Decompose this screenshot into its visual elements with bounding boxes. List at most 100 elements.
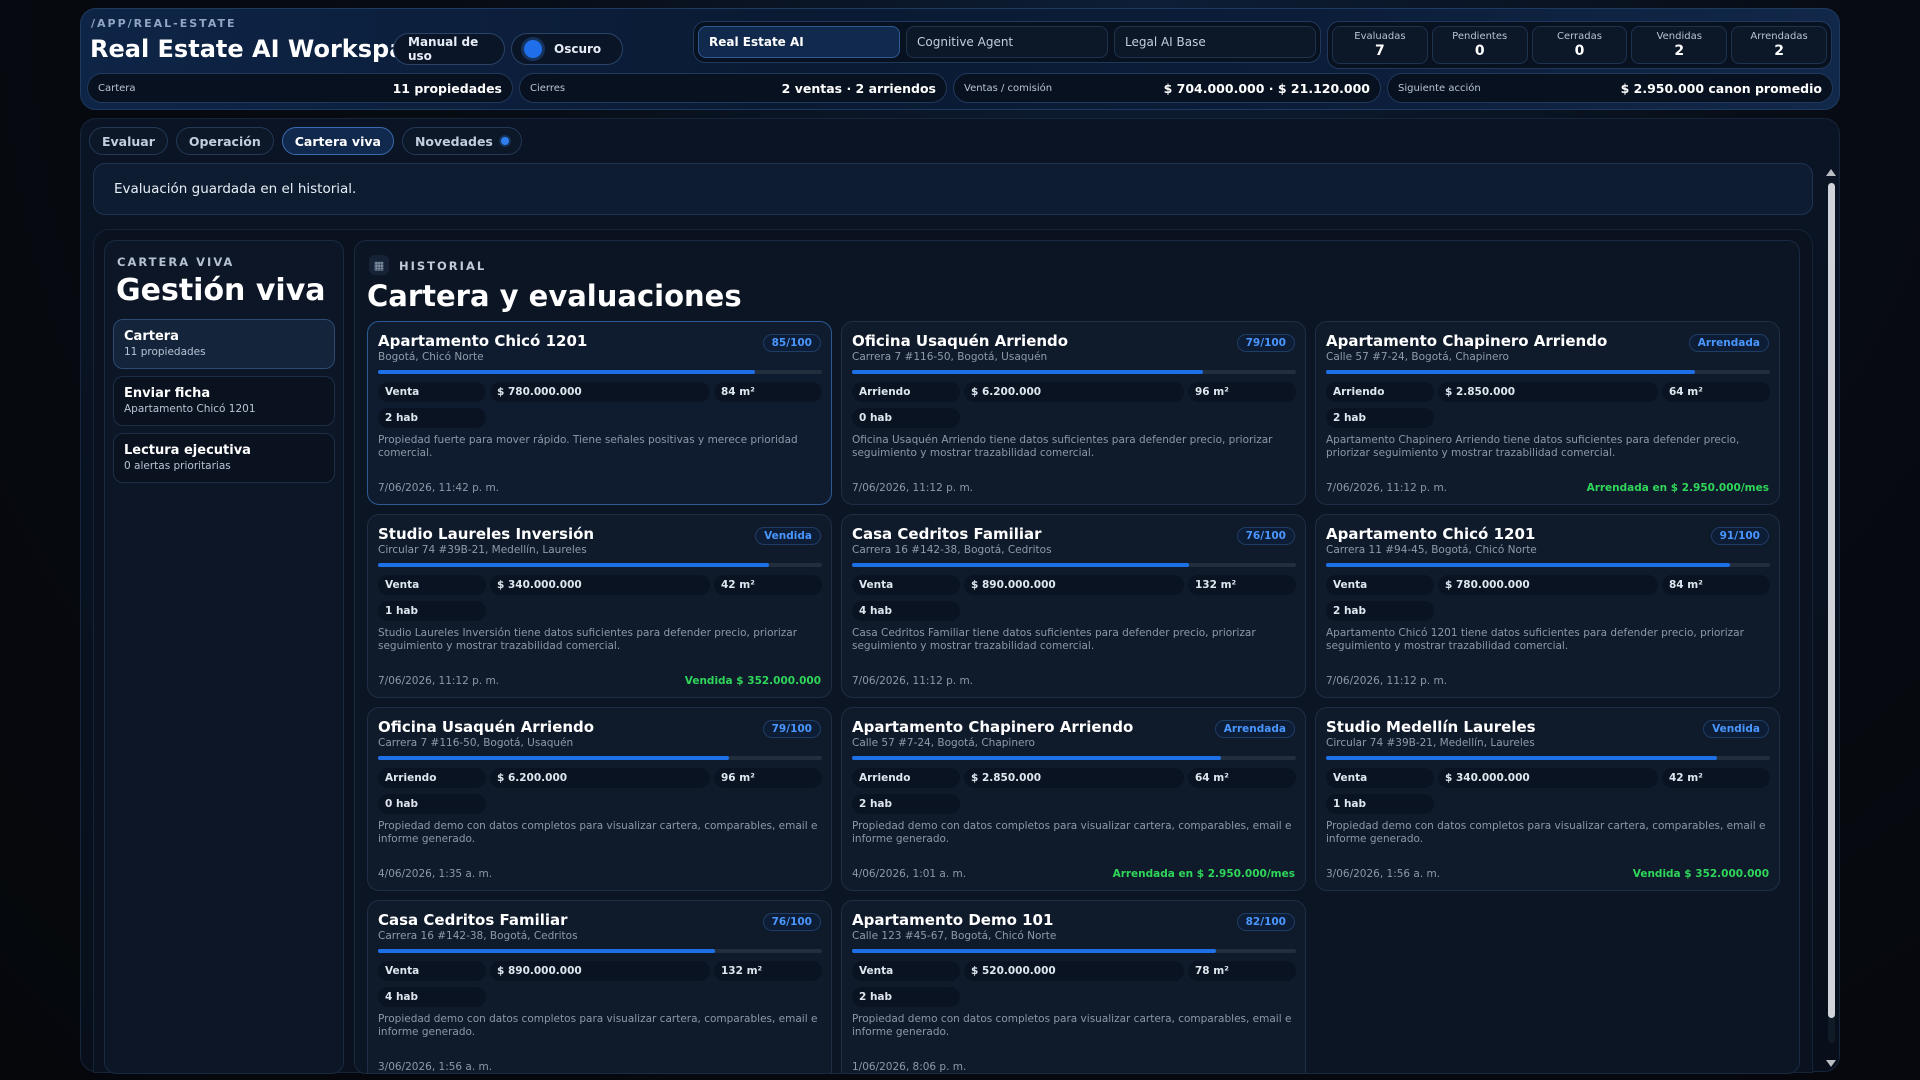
card-address: Carrera 11 #94-45, Bogotá, Chicó Norte [1326,544,1537,556]
sidebar: CARTERA VIVA Gestión viva Cartera 11 pro… [104,240,344,1074]
scroll-up-icon[interactable] [1826,169,1836,176]
property-card[interactable]: Apartamento Demo 101 Calle 123 #45-67, Bo… [841,900,1306,1073]
route-path: /APP/REAL-ESTATE [91,17,237,30]
area-chip: 84 m² [1662,575,1770,595]
property-card[interactable]: Apartamento Chapinero Arriendo Calle 57 #… [841,707,1306,891]
card-title: Apartamento Chicó 1201 [1326,525,1536,543]
agent-tab-cognitive[interactable]: Cognitive Agent [906,26,1108,58]
card-address: Carrera 16 #142-38, Bogotá, Cedritos [852,544,1052,556]
card-description: Propiedad demo con datos completos para … [852,1013,1292,1038]
property-card[interactable]: Casa Cedritos Familiar Carrera 16 #142-38… [841,514,1306,698]
score-progress-fill [1326,756,1717,760]
area-chip: 64 m² [1188,768,1296,788]
sidebar-item-enviar-ficha[interactable]: Enviar ficha Apartamento Chicó 1201 [113,376,335,426]
price-chip: $ 6.200.000 [490,768,710,788]
score-progress-bar [1326,563,1770,567]
card-date: 3/06/2026, 1:56 a. m. [378,1061,493,1073]
card-date: 1/06/2026, 8:06 p. m. [852,1061,967,1073]
tab-operacion[interactable]: Operación [175,127,274,155]
summary-value: $ 2.950.000 canon promedio [1620,80,1822,96]
card-date: 7/06/2026, 11:12 p. m. [1326,482,1448,494]
stat-value: 0 [1474,43,1485,59]
closing-status: Arrendada en $ 2.950.000/mes [1586,482,1769,494]
card-title: Casa Cedritos Familiar [852,525,1042,543]
stat-pendientes: Pendientes 0 [1431,26,1528,64]
tab-evaluar[interactable]: Evaluar [89,127,168,155]
status-badge: 82/100 [1236,913,1295,931]
sidebar-item-lectura-ejecutiva[interactable]: Lectura ejecutiva 0 alertas prioritarias [113,433,335,483]
stat-vendidas: Vendidas 2 [1631,26,1728,64]
stat-cerradas: Cerradas 0 [1531,26,1628,64]
summary-label: Ventas / comisión [964,82,1053,94]
status-badge: Vendida [755,527,821,545]
score-progress-fill [378,949,716,953]
stat-label: Evaluadas [1354,31,1406,42]
workspace-area: CARTERA VIVA Gestión viva Cartera 11 pro… [93,229,1813,1074]
card-title: Apartamento Chapinero Arriendo [852,718,1134,736]
area-chip: 96 m² [1188,382,1296,402]
property-card[interactable]: Oficina Usaquén Arriendo Carrera 7 #116-5… [841,321,1306,505]
grid-icon: ▦ [369,255,389,275]
agent-tab-legal[interactable]: Legal AI Base [1114,26,1316,58]
scroll-down-icon[interactable] [1826,1060,1836,1067]
card-title: Studio Laureles Inversión [378,525,595,543]
card-title: Apartamento Chapinero Arriendo [1326,332,1608,350]
rooms-chip: 2 hab [1326,601,1434,621]
status-badge: 79/100 [1236,334,1295,352]
price-chip: $ 6.200.000 [964,382,1184,402]
card-title: Apartamento Demo 101 [852,911,1054,929]
score-progress-bar [852,756,1296,760]
card-date: 7/06/2026, 11:12 p. m. [1326,675,1448,687]
theme-toggle[interactable]: Oscuro [511,33,623,65]
stat-label: Vendidas [1656,31,1702,42]
stat-value: 0 [1574,43,1585,59]
card-address: Calle 123 #45-67, Bogotá, Chicó Norte [852,930,1057,942]
summary-ventas: Ventas / comisión $ 704.000.000 · $ 21.1… [953,73,1381,103]
summary-value: 11 propiedades [392,80,502,96]
score-progress-fill [1326,370,1695,374]
rooms-chip: 4 hab [852,601,960,621]
status-badge: Vendida [1703,720,1769,738]
score-progress-fill [378,370,756,374]
score-progress-fill [852,370,1203,374]
status-badge: Arrendada [1214,720,1295,738]
agent-tab-real-estate[interactable]: Real Estate AI [698,26,900,58]
sidebar-item-title: Enviar ficha [124,386,211,401]
tab-novedades[interactable]: Novedades [401,127,522,155]
summary-siguiente: Siguiente acción $ 2.950.000 canon prome… [1387,73,1833,103]
price-chip: $ 520.000.000 [964,961,1184,981]
sidebar-item-sub: 0 alertas prioritarias [124,460,231,472]
notification-dot-icon [500,137,509,145]
rooms-chip: 1 hab [1326,794,1434,814]
card-date: 7/06/2026, 11:42 p. m. [378,482,500,494]
sidebar-item-cartera[interactable]: Cartera 11 propiedades [113,319,335,369]
card-description: Casa Cedritos Familiar tiene datos sufic… [852,627,1256,652]
tab-cartera-viva[interactable]: Cartera viva [281,127,394,155]
card-date: 7/06/2026, 11:12 p. m. [852,675,974,687]
property-card[interactable]: Apartamento Chicó 1201 Carrera 11 #94-45,… [1315,514,1780,698]
stat-value: 2 [1674,43,1685,59]
theme-label: Oscuro [554,42,602,56]
property-card[interactable]: Oficina Usaquén Arriendo Carrera 7 #116-5… [367,707,832,891]
price-chip: $ 2.850.000 [964,768,1184,788]
scrollbar[interactable] [1825,169,1837,1067]
property-card[interactable]: Studio Laureles Inversión Circular 74 #39… [367,514,832,698]
operation-type-chip: Venta [852,575,960,595]
card-title: Studio Medellín Laureles [1326,718,1536,736]
toggle-knob-icon [524,40,542,58]
property-card[interactable]: Apartamento Chapinero Arriendo Calle 57 #… [1315,321,1780,505]
scroll-thumb[interactable] [1828,183,1835,1018]
stat-label: Arrendadas [1750,31,1808,42]
history-panel: ▦ HISTORIAL Cartera y evaluaciones Apart… [354,240,1800,1074]
tab-novedades-label: Novedades [414,133,493,149]
property-card[interactable]: Studio Medellín Laureles Circular 74 #39B… [1315,707,1780,891]
property-card[interactable]: Apartamento Chicó 1201 Bogotá, Chicó Nort… [367,321,832,505]
summary-label: Cierres [530,82,566,94]
card-address: Carrera 16 #142-38, Bogotá, Cedritos [378,930,578,942]
card-address: Carrera 7 #116-50, Bogotá, Usaquén [378,737,574,749]
property-card[interactable]: Casa Cedritos Familiar Carrera 16 #142-38… [367,900,832,1073]
card-address: Circular 74 #39B-21, Medellín, Laureles [378,544,587,556]
score-progress-bar [378,756,822,760]
main-panel: Evaluar Operación Cartera viva Novedades… [80,118,1840,1074]
manual-button[interactable]: Manual de uso [393,33,505,65]
